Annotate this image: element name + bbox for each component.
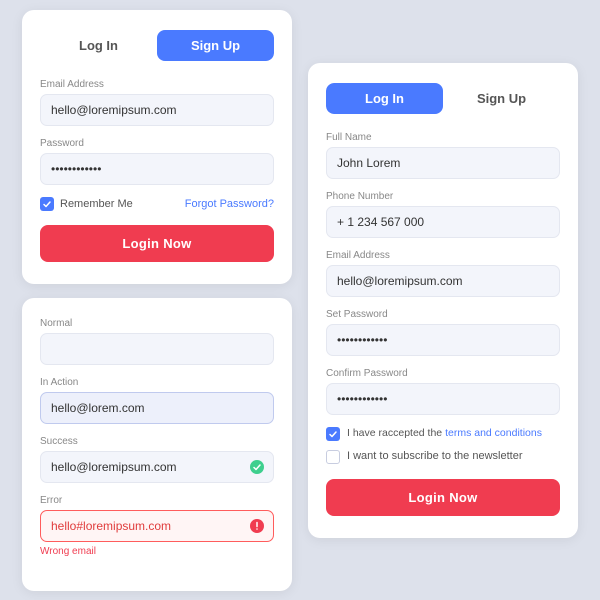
- in-action-input[interactable]: [40, 392, 274, 424]
- phone-group: Phone Number: [326, 191, 560, 238]
- setpass-group: Set Password: [326, 309, 560, 356]
- password-input[interactable]: [40, 153, 274, 185]
- tab-login-left[interactable]: Log In: [40, 30, 157, 61]
- remember-label: Remember Me: [60, 198, 133, 210]
- tab-login-right[interactable]: Log In: [326, 83, 443, 114]
- login-card: Log In Sign Up Email Address Password Re…: [22, 10, 292, 284]
- tab-strip-right: Log In Sign Up: [326, 83, 560, 114]
- forgot-password-link[interactable]: Forgot Password?: [185, 198, 274, 210]
- success-input[interactable]: [40, 451, 274, 483]
- signup-card: Log In Sign Up Full Name Phone Number Em…: [308, 63, 578, 538]
- tab-signup-right[interactable]: Sign Up: [443, 83, 560, 114]
- terms-row: I have raccepted the terms and condition…: [326, 427, 560, 441]
- email-group: Email Address: [40, 79, 274, 126]
- fullname-label: Full Name: [326, 132, 560, 143]
- setpass-input[interactable]: [326, 324, 560, 356]
- error-wrapper: [40, 510, 274, 542]
- setpass-label: Set Password: [326, 309, 560, 320]
- newsletter-checkbox[interactable]: [326, 450, 340, 464]
- remember-row: Remember Me Forgot Password?: [40, 197, 274, 211]
- confirmpass-input[interactable]: [326, 383, 560, 415]
- fullname-input[interactable]: [326, 147, 560, 179]
- success-icon: [249, 459, 265, 475]
- email-input-right[interactable]: [326, 265, 560, 297]
- error-icon: [249, 518, 265, 534]
- terms-text: I have raccepted the terms and condition…: [347, 427, 542, 439]
- error-input[interactable]: [40, 510, 274, 542]
- newsletter-row: I want to subscribe to the newsletter: [326, 450, 560, 464]
- email-label: Email Address: [40, 79, 274, 90]
- left-column: Log In Sign Up Email Address Password Re…: [22, 10, 292, 591]
- normal-group: Normal: [40, 318, 274, 365]
- login-button-right[interactable]: Login Now: [326, 479, 560, 516]
- email-input[interactable]: [40, 94, 274, 126]
- confirmpass-group: Confirm Password: [326, 368, 560, 415]
- normal-label: Normal: [40, 318, 274, 329]
- remember-checkbox[interactable]: [40, 197, 54, 211]
- tab-strip-left: Log In Sign Up: [40, 30, 274, 61]
- error-message: Wrong email: [40, 546, 274, 557]
- in-action-group: In Action: [40, 377, 274, 424]
- password-group: Password: [40, 138, 274, 185]
- right-column: Log In Sign Up Full Name Phone Number Em…: [308, 63, 578, 538]
- phone-input[interactable]: [326, 206, 560, 238]
- fullname-group: Full Name: [326, 132, 560, 179]
- confirmpass-label: Confirm Password: [326, 368, 560, 379]
- input-states-card: Normal In Action Success Error: [22, 298, 292, 591]
- normal-input[interactable]: [40, 333, 274, 365]
- success-label: Success: [40, 436, 274, 447]
- success-wrapper: [40, 451, 274, 483]
- email-group-right: Email Address: [326, 250, 560, 297]
- tab-signup-left[interactable]: Sign Up: [157, 30, 274, 61]
- password-label: Password: [40, 138, 274, 149]
- login-button-left[interactable]: Login Now: [40, 225, 274, 262]
- remember-left: Remember Me: [40, 197, 133, 211]
- error-group: Error Wrong email: [40, 495, 274, 557]
- terms-link[interactable]: terms and conditions: [445, 427, 542, 439]
- email-label-right: Email Address: [326, 250, 560, 261]
- phone-label: Phone Number: [326, 191, 560, 202]
- in-action-label: In Action: [40, 377, 274, 388]
- error-label: Error: [40, 495, 274, 506]
- newsletter-label: I want to subscribe to the newsletter: [347, 450, 522, 462]
- terms-checkbox[interactable]: [326, 427, 340, 441]
- success-group: Success: [40, 436, 274, 483]
